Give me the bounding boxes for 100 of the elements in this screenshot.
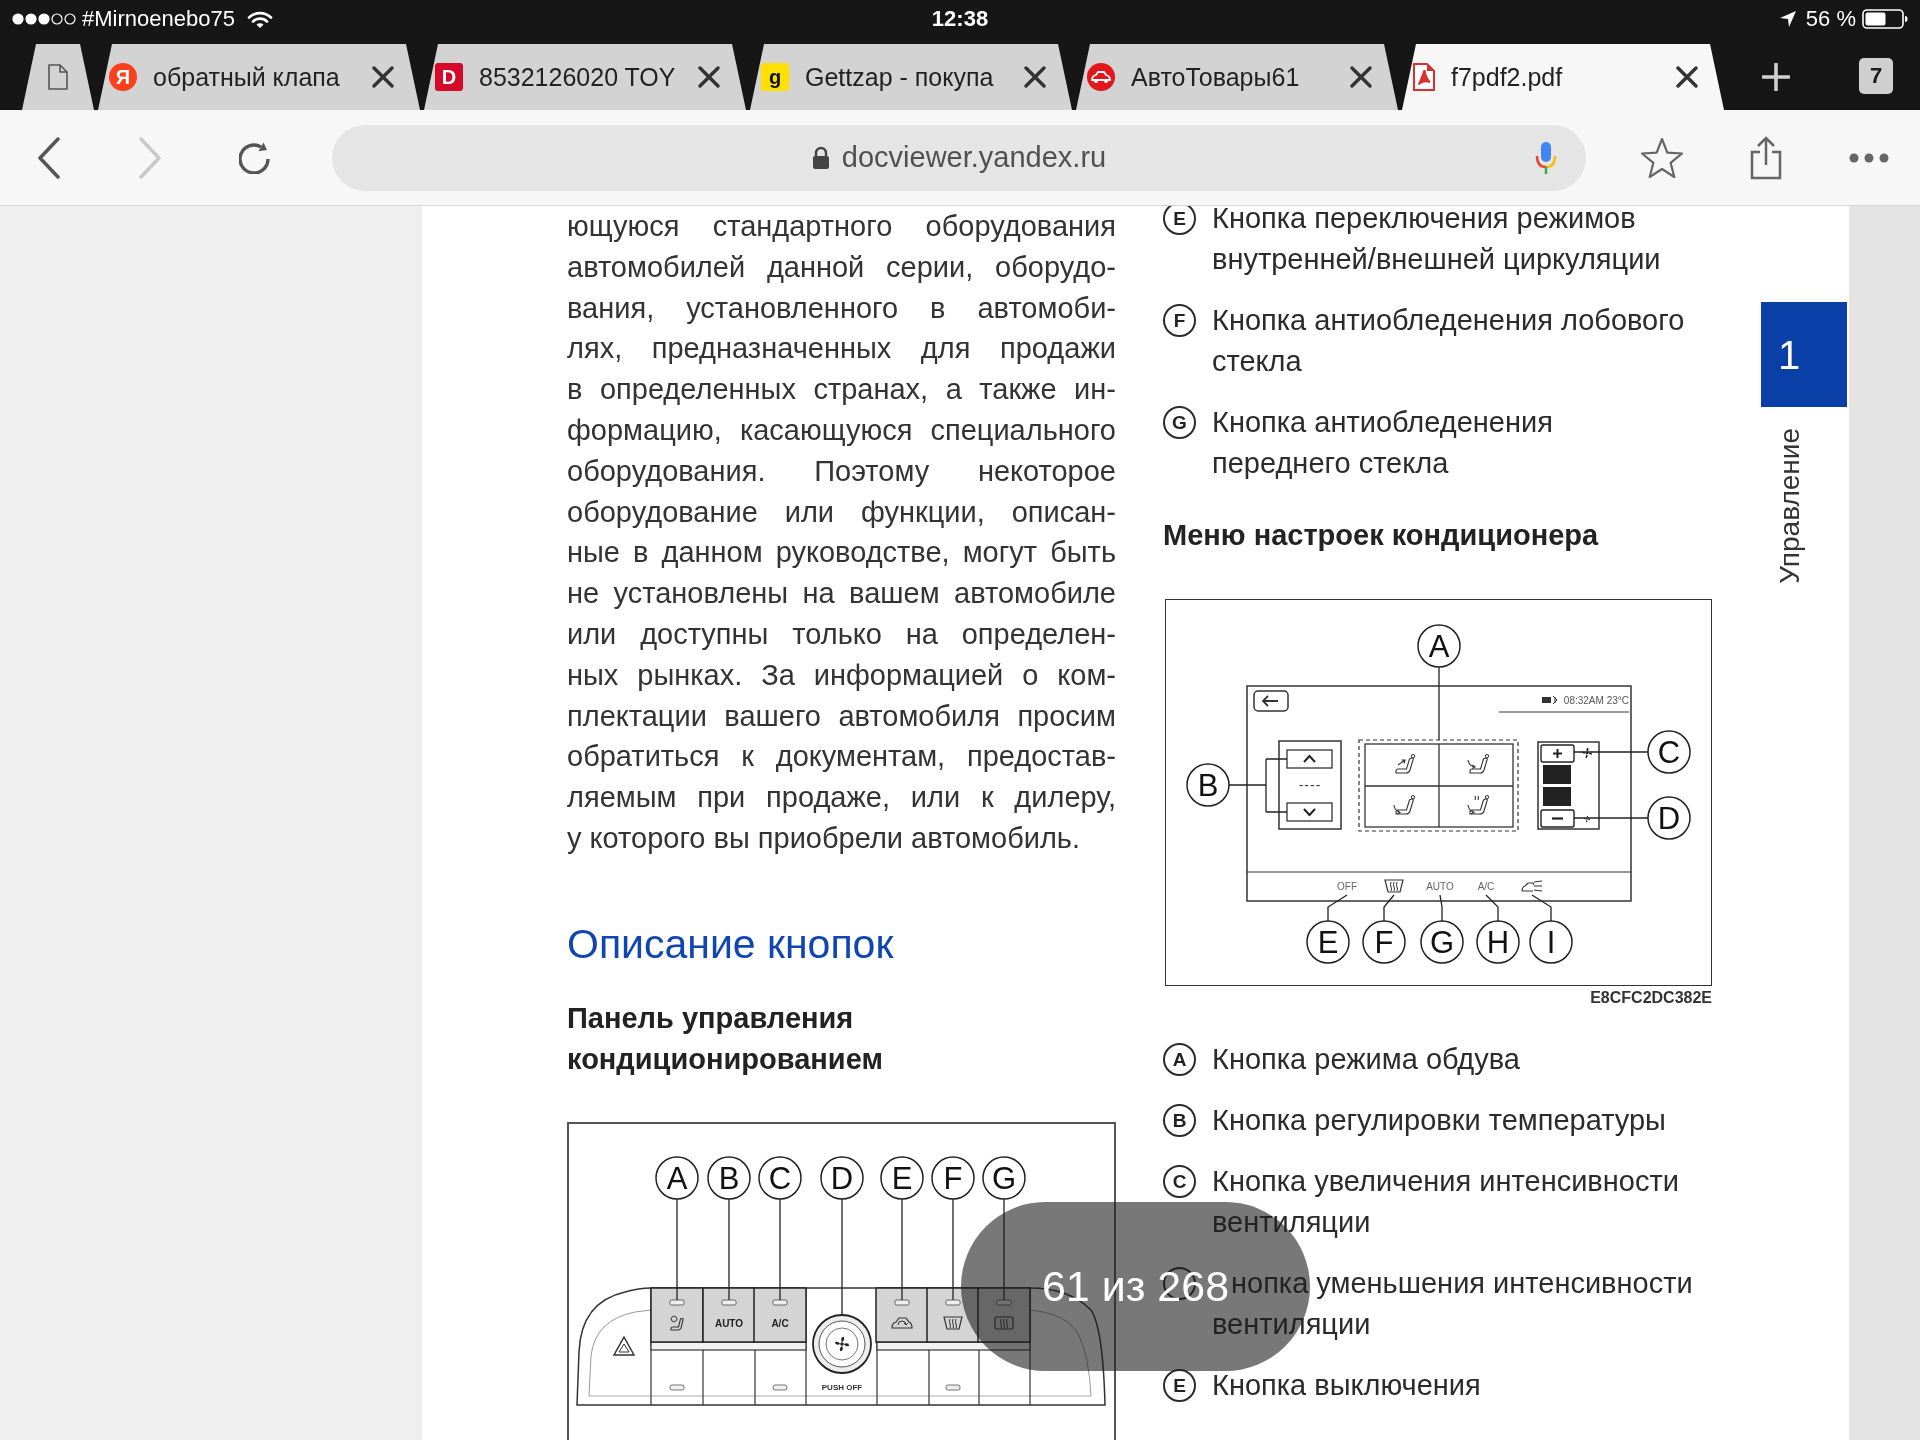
star-icon[interactable]	[1640, 137, 1684, 178]
legend-text: Кнопка выключения	[1212, 1368, 1481, 1403]
menu-option-label: A/C	[1477, 881, 1495, 892]
callout-label: G	[1420, 920, 1464, 964]
indicator-light	[945, 1299, 961, 1306]
tab-title: f7pdf2.pdf	[1451, 64, 1564, 90]
indicator-light	[721, 1299, 737, 1306]
status-text: 08:32AM 23°C	[1563, 695, 1629, 706]
letter-marker: A	[1163, 1043, 1196, 1076]
up-arrow-key	[1286, 749, 1333, 769]
indicator-light	[996, 1299, 1012, 1306]
new-tab-icon[interactable]	[1762, 63, 1790, 91]
tab-title: 8532126020 TOY	[479, 64, 677, 90]
subsection-heading: Панель управления кондиционированием	[567, 1000, 884, 1077]
browser-tab[interactable]: f7pdf2.pdf	[1402, 44, 1724, 110]
leader-line	[1439, 894, 1443, 922]
console-key: AUTO	[702, 1287, 756, 1343]
car-airflow-icon	[1521, 880, 1543, 892]
tab-count-button[interactable]: 7	[1859, 58, 1893, 94]
fan-speed-bar	[1543, 765, 1571, 784]
battery-percent: 56 %	[1805, 8, 1856, 30]
figure-code: E8CFC2DC382E	[1590, 988, 1712, 1008]
wifi-icon	[246, 9, 273, 29]
browser-tab[interactable]: Я обратный клапа	[98, 44, 420, 110]
callout-label: C	[1647, 730, 1691, 774]
lock-icon	[811, 145, 830, 170]
callout-label: A	[655, 1156, 699, 1200]
fan-icon	[1581, 747, 1593, 759]
address-field[interactable]: docviewer.yandex.ru	[332, 124, 1586, 191]
chapter-label: Управление	[1774, 428, 1806, 584]
legend-text: Кнопка антиобледенения лобового стекла	[1212, 303, 1685, 379]
tab-title: обратный клапа	[153, 64, 341, 90]
letter-marker: E	[1163, 206, 1196, 235]
browser-tab[interactable]: D 8532126020 TOY	[424, 44, 746, 110]
close-icon[interactable]	[1676, 66, 1698, 88]
battery-icon	[1862, 9, 1908, 29]
status-icon	[1542, 695, 1558, 705]
share-icon[interactable]	[1749, 135, 1783, 180]
signal-strength-icon	[12, 13, 76, 25]
chapter-thumb-index: 1	[1761, 302, 1847, 407]
browser-tab[interactable]: АвтоТовары61	[1076, 44, 1398, 110]
indicator-light	[772, 1384, 788, 1391]
callout-label: G	[982, 1156, 1026, 1200]
letter-marker: C	[1163, 1165, 1196, 1198]
seat-airflow-icon	[1467, 754, 1490, 774]
rear-defrost-icon	[994, 1316, 1014, 1330]
carrier-name: #Mirnoenebo75	[82, 8, 235, 30]
microphone-icon[interactable]	[1535, 140, 1557, 175]
close-icon[interactable]	[1024, 66, 1046, 88]
console-key: A/C	[753, 1287, 807, 1343]
callout-label: B	[1186, 763, 1230, 807]
seat-fan-icon	[670, 1315, 684, 1331]
browser-tab[interactable]: g Gettzap - покупа	[750, 44, 1072, 110]
indicator-light	[894, 1299, 910, 1306]
more-options-icon[interactable]	[1849, 152, 1889, 163]
close-icon[interactable]	[698, 66, 720, 88]
leader-line	[1383, 894, 1395, 922]
tab-title: АвтоТовары61	[1131, 64, 1301, 90]
back-icon[interactable]	[37, 136, 61, 179]
callout-label: E	[880, 1156, 924, 1200]
callout-label: D	[1647, 796, 1691, 840]
site-logo-icon: D	[435, 63, 463, 91]
site-logo-icon: Я	[109, 63, 137, 91]
reload-icon[interactable]	[239, 141, 270, 174]
callout-label: I	[1529, 920, 1573, 964]
letter-marker: G	[1163, 406, 1196, 439]
minus-key	[1540, 809, 1575, 828]
legend-text: Кнопка антиобледенения переднего стекла	[1212, 405, 1553, 481]
clock-time: 12:38	[931, 8, 989, 30]
callout-label: A	[1417, 624, 1461, 668]
legend-text: Кнопка переключения режимов внутренней/внешней циркуляции	[1212, 206, 1661, 277]
callout-label: C	[758, 1156, 802, 1200]
leader-line	[1228, 758, 1288, 813]
letter-marker: B	[1163, 1104, 1196, 1137]
seat-airflow-icon	[1393, 795, 1416, 815]
indicator-light	[772, 1299, 788, 1306]
plus-key	[1540, 744, 1575, 763]
seat-airflow-icon	[1467, 795, 1490, 815]
indicator-light	[669, 1384, 685, 1391]
indicator-light	[669, 1299, 685, 1306]
indicator-light	[945, 1384, 961, 1391]
url-text: docviewer.yandex.ru	[841, 143, 1107, 172]
close-icon[interactable]	[1350, 66, 1372, 88]
callout-label: B	[707, 1156, 751, 1200]
location-arrow-icon	[1778, 10, 1797, 28]
callout-label: D	[820, 1156, 864, 1200]
leader-line	[1485, 894, 1499, 922]
section-heading: Описание кнопок	[567, 919, 895, 968]
fan-icon	[1583, 815, 1591, 823]
menu-heading: Меню настроек кондиционера	[1163, 518, 1600, 553]
close-icon[interactable]	[372, 66, 394, 88]
menu-option-label: AUTO	[1426, 881, 1454, 892]
legend-text: Кнопка режима обдува	[1212, 1042, 1520, 1077]
down-arrow-key	[1286, 802, 1333, 822]
hazard-icon	[612, 1335, 636, 1356]
letter-marker: E	[1163, 1369, 1196, 1402]
car-recirculation-icon	[891, 1317, 913, 1329]
fan-icon	[834, 1336, 850, 1351]
fan-knob	[812, 1313, 872, 1374]
body-paragraph: ющуюся стандартного оборудования автомобилей данной серии, оборудо- вания, установленного в автомоби- лях, предназначенных для продажи в определенных странах, а также ин- формацию, касающуюся специального оборудования. Поэтому некоторое оборудование или функции, описан- ные в данном руководстве, могут быть не установлены на вашем автомобиле или доступны только на определен- ных рынках. За информацией о ком- плектации вашего автомобиля просим обратиться к документам, предостав- ляемым при продаже, или к дилеру, у которого вы приобрели автомобиль.	[567, 209, 1116, 856]
